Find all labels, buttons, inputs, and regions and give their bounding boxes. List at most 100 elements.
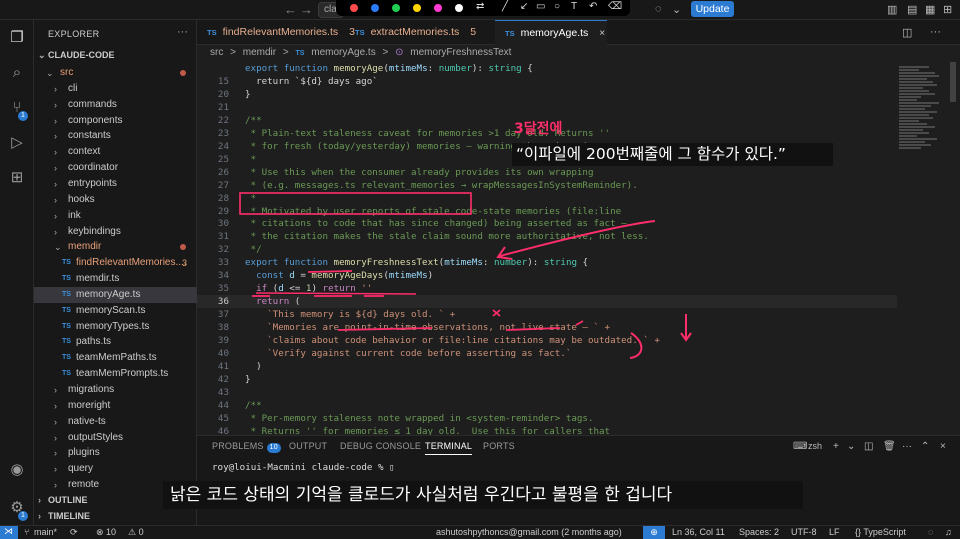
- code-line[interactable]: 31 * the citation makes the stale claim …: [197, 230, 897, 243]
- tab-ports[interactable]: PORTS: [483, 441, 515, 451]
- folder-item[interactable]: › query: [34, 461, 197, 477]
- more-actions-icon[interactable]: ···: [177, 26, 188, 38]
- color-white-swatch[interactable]: [455, 4, 463, 12]
- new-terminal-icon[interactable]: +: [833, 441, 839, 452]
- explorer-icon[interactable]: ❐: [7, 28, 27, 48]
- folder-item[interactable]: › components: [34, 113, 197, 129]
- tab-extractMemories[interactable]: TS extractMemories.ts 5: [345, 20, 491, 45]
- indentation[interactable]: Spaces: 2: [739, 527, 779, 537]
- folder-item[interactable]: › moreright: [34, 398, 197, 414]
- forward-arrow-icon[interactable]: →: [300, 2, 313, 17]
- tab-output[interactable]: OUTPUT: [289, 441, 327, 451]
- code-line[interactable]: 20}: [197, 88, 897, 101]
- shuffle-icon[interactable]: ⇄: [476, 1, 484, 12]
- maximize-panel-icon[interactable]: ⌃: [921, 441, 929, 452]
- code-line[interactable]: export function memoryAge(mtimeMs: numbe…: [197, 62, 897, 75]
- editor-scrollbar[interactable]: [948, 62, 958, 435]
- line-ending[interactable]: LF: [829, 527, 840, 537]
- code-line[interactable]: 46 * Returns '' for memories ≤ 1 day old…: [197, 425, 897, 435]
- code-line[interactable]: 38 `Memories are point-in-time observati…: [197, 321, 897, 334]
- folder-item[interactable]: › keybindings: [34, 224, 197, 240]
- back-arrow-icon[interactable]: ←: [284, 2, 297, 17]
- account-icon[interactable]: ◉: [7, 460, 27, 480]
- tab-debug-console[interactable]: DEBUG CONSOLE: [340, 441, 421, 451]
- rectangle-tool-icon[interactable]: ▭: [536, 1, 545, 12]
- color-green-swatch[interactable]: [392, 4, 400, 12]
- notifications-icon[interactable]: ♫: [945, 527, 952, 537]
- close-icon[interactable]: ×: [940, 441, 946, 452]
- color-blue-swatch[interactable]: [371, 4, 379, 12]
- undo-icon[interactable]: ↶: [589, 1, 597, 12]
- folder-item[interactable]: › outputStyles: [34, 430, 197, 446]
- folder-item[interactable]: › cli: [34, 81, 197, 97]
- sync-icon[interactable]: ⟳: [70, 527, 78, 538]
- code-line[interactable]: 43: [197, 386, 897, 399]
- scrollbar-thumb[interactable]: [950, 62, 956, 102]
- code-line[interactable]: 44 /**: [197, 399, 897, 412]
- update-button[interactable]: Update: [691, 1, 734, 17]
- toggle-panel-icon[interactable]: ▤: [907, 3, 917, 16]
- folder-item[interactable]: › hooks: [34, 192, 197, 208]
- tab-memoryAge[interactable]: TS memoryAge.ts ×: [495, 20, 607, 45]
- folder-item[interactable]: › migrations: [34, 382, 197, 398]
- ellipse-tool-icon[interactable]: ○: [554, 1, 560, 12]
- folder-item[interactable]: › plugins: [34, 445, 197, 461]
- split-editor-icon[interactable]: ◫: [902, 26, 912, 39]
- code-line[interactable]: 35 if (d <= 1) return '': [197, 282, 897, 295]
- split-terminal-icon[interactable]: ◫: [864, 441, 873, 452]
- customize-layout-icon[interactable]: ⊞: [943, 3, 952, 16]
- code-line[interactable]: 15 return `${d} days ago`: [197, 75, 897, 88]
- breadcrumb-file[interactable]: memoryAge.ts: [311, 47, 375, 58]
- color-yellow-swatch[interactable]: [413, 4, 421, 12]
- file-item[interactable]: TS memoryTypes.ts: [34, 319, 197, 335]
- code-line[interactable]: 34 const d = memoryAgeDays(mtimeMs): [197, 269, 897, 282]
- text-tool-icon[interactable]: T: [571, 1, 577, 12]
- folder-item[interactable]: ⌄ memdir: [34, 239, 197, 255]
- timeline-section[interactable]: › TIMELINE: [34, 508, 197, 524]
- code-line[interactable]: 45 * Per-memory staleness note wrapped i…: [197, 412, 897, 425]
- more-actions-icon[interactable]: ···: [930, 26, 941, 38]
- file-item[interactable]: TS memoryScan.ts: [34, 303, 197, 319]
- code-line[interactable]: 36 return (: [197, 295, 897, 309]
- file-item[interactable]: TS findRelevantMemories.... 3: [34, 255, 197, 271]
- close-icon[interactable]: ×: [599, 28, 605, 39]
- workspace-root[interactable]: ⌄ CLAUDE-CODE: [34, 47, 197, 63]
- cursor-position[interactable]: Ln 36, Col 11: [672, 527, 725, 537]
- folder-item[interactable]: › context: [34, 144, 197, 160]
- minimap[interactable]: [897, 62, 945, 435]
- pen-icon[interactable]: ╱: [502, 1, 508, 12]
- code-line[interactable]: 33 export function memoryFreshnessText(mt…: [197, 256, 897, 269]
- toggle-secondary-sidebar-icon[interactable]: ▦: [925, 3, 935, 16]
- warning-count[interactable]: ⚠ 0: [128, 527, 144, 538]
- folder-item[interactable]: › commands: [34, 97, 197, 113]
- arrow-tool-icon[interactable]: ↙: [520, 1, 528, 12]
- copilot-status-icon[interactable]: ◌: [928, 527, 933, 537]
- code-line[interactable]: 42}: [197, 373, 897, 386]
- folder-item[interactable]: › ink: [34, 208, 197, 224]
- run-debug-icon[interactable]: ▷: [7, 133, 27, 153]
- branch-name[interactable]: main*: [34, 527, 57, 537]
- file-item[interactable]: TS teamMemPaths.ts: [34, 350, 197, 366]
- remote-indicator[interactable]: ⋊: [0, 526, 18, 539]
- code-line[interactable]: 37 `This memory is ${d} days old. ` +: [197, 308, 897, 321]
- file-item[interactable]: TS memoryAge.ts: [34, 286, 197, 303]
- more-actions-icon[interactable]: ···: [902, 441, 912, 452]
- eraser-icon[interactable]: ⌫: [608, 1, 622, 12]
- folder-item[interactable]: › coordinator: [34, 160, 197, 176]
- code-line[interactable]: 40 `Verify against current code before a…: [197, 347, 897, 360]
- toggle-sidebar-icon[interactable]: ▥: [887, 3, 897, 16]
- extensions-icon[interactable]: ⊞: [7, 168, 27, 188]
- tab-problems[interactable]: PROBLEMS 10: [212, 441, 281, 453]
- code-line[interactable]: 26 * Use this when the consumer already …: [197, 166, 897, 179]
- error-count[interactable]: ⊗ 10: [96, 527, 116, 538]
- breadcrumb-memdir[interactable]: memdir: [243, 47, 276, 58]
- terminal-prompt[interactable]: roy@loiui-Macmini claude-code % ▯: [212, 462, 395, 473]
- git-blame[interactable]: ashutoshpythoncs@gmail.com (2 months ago…: [436, 527, 622, 537]
- copilot-icon[interactable]: ◌: [655, 3, 662, 15]
- code-line[interactable]: 21: [197, 101, 897, 114]
- breadcrumb-symbol[interactable]: memoryFreshnessText: [410, 47, 511, 58]
- code-line[interactable]: 32 */: [197, 243, 897, 256]
- encoding[interactable]: UTF-8: [791, 527, 817, 537]
- folder-item[interactable]: › native-ts: [34, 414, 197, 430]
- terminal-shell-label[interactable]: zsh: [808, 441, 822, 451]
